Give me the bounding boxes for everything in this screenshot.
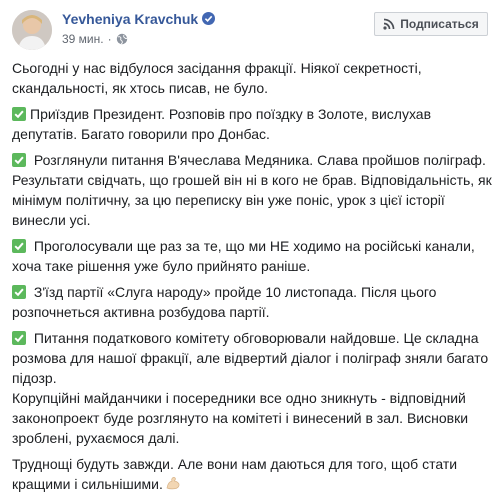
flexed-biceps-icon	[165, 475, 181, 496]
post-body: Сьогодні у нас відбулося засідання фракц…	[12, 58, 492, 502]
post-meta: 39 мин. ·	[62, 32, 128, 48]
post-paragraph: Проголосували ще раз за те, що ми НЕ ход…	[12, 236, 492, 276]
rss-icon	[383, 18, 395, 30]
verified-badge-icon	[202, 12, 216, 25]
post-paragraph: Питання податкового комітету обговорювал…	[12, 328, 492, 448]
post-paragraph: Розглянули питання В'ячеслава Медяника. …	[12, 150, 492, 230]
paragraph-text: Проголосували ще раз за те, що ми НЕ ход…	[12, 238, 475, 274]
post-timestamp[interactable]: 39 мин.	[62, 32, 104, 46]
paragraph-text: Розглянули питання В'ячеслава Медяника. …	[12, 152, 492, 228]
author-name-row: Yevheniya Kravchuk	[62, 11, 216, 27]
paragraph-text: Сьогодні у нас відбулося засідання фракц…	[12, 60, 422, 96]
post-paragraph: Труднощі будуть завжди. Але вони нам даю…	[12, 454, 492, 496]
check-mark-icon	[12, 285, 26, 299]
author-name-link[interactable]: Yevheniya Kravchuk	[62, 11, 198, 27]
subscribe-label: Подписаться	[400, 17, 479, 31]
facebook-post: Yevheniya Kravchuk 39 мин. · Подписаться …	[0, 0, 500, 492]
paragraph-text: Питання податкового комітету обговорювал…	[12, 330, 489, 446]
post-paragraph: Сьогодні у нас відбулося засідання фракц…	[12, 58, 492, 98]
subscribe-button[interactable]: Подписаться	[374, 12, 488, 36]
paragraph-text: З'їзд партії «Слуга народу» пройде 10 ли…	[12, 284, 437, 320]
check-mark-icon	[12, 107, 26, 121]
avatar[interactable]	[12, 10, 52, 50]
post-paragraph: З'їзд партії «Слуга народу» пройде 10 ли…	[12, 282, 492, 322]
paragraph-text: Приїздив Президент. Розповів про поїздку…	[12, 106, 432, 142]
check-mark-icon	[12, 331, 26, 345]
globe-icon[interactable]	[116, 33, 128, 48]
paragraph-text: Труднощі будуть завжди. Але вони нам даю…	[12, 456, 458, 492]
check-mark-icon	[12, 239, 26, 253]
meta-separator: ·	[107, 32, 112, 46]
post-header: Yevheniya Kravchuk 39 мин. · Подписаться	[12, 10, 488, 54]
post-paragraph: Приїздив Президент. Розповів про поїздку…	[12, 104, 492, 144]
check-mark-icon	[12, 153, 26, 167]
